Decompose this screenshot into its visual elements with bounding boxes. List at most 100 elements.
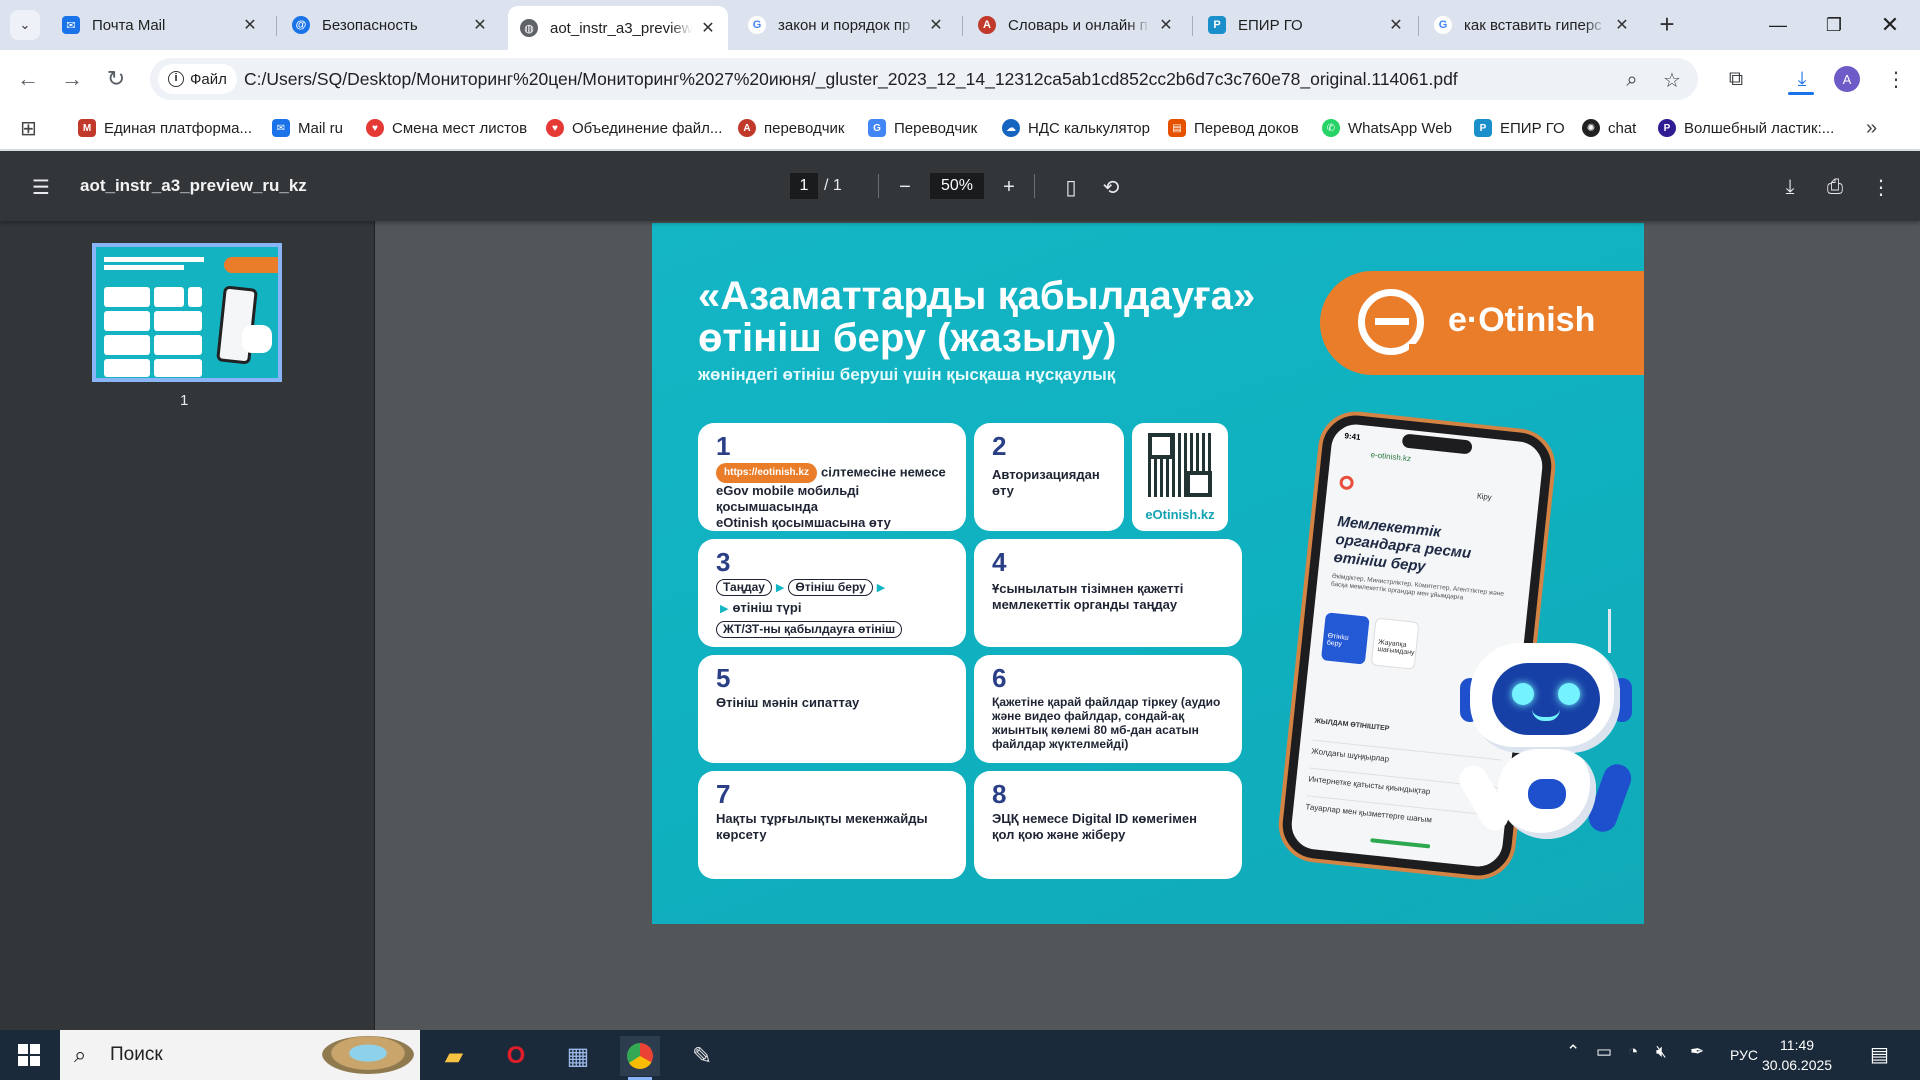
tab-security[interactable]: @ Безопасность ✕: [280, 8, 500, 42]
step-text: https://eotinish.kz сілтемесіне немесе eG…: [716, 463, 962, 531]
cloud-icon: ☁: [1002, 119, 1020, 137]
volume-muted-icon[interactable]: 🔇︎: [1656, 1042, 1667, 1062]
reload-button[interactable]: ↻: [100, 63, 132, 95]
step-number: 4: [992, 547, 1007, 577]
page-number-input[interactable]: 1: [790, 173, 818, 199]
rotate-icon[interactable]: ⟲: [1096, 172, 1126, 202]
close-icon[interactable]: ✕: [698, 18, 718, 38]
abbyy-icon: A: [978, 16, 996, 34]
close-icon[interactable]: ✕: [470, 15, 490, 35]
close-icon[interactable]: ✕: [926, 15, 946, 35]
close-icon[interactable]: ✕: [1156, 15, 1176, 35]
tab-google-law[interactable]: G закон и порядок пр ✕: [736, 8, 956, 42]
close-window-button[interactable]: ✕: [1862, 0, 1918, 50]
new-tab-button[interactable]: +: [1652, 10, 1682, 40]
page-thumbnail[interactable]: [92, 243, 282, 382]
zoom-in-icon[interactable]: +: [994, 172, 1024, 202]
title-line: «Азаматтарды қабылдауға»: [698, 274, 1256, 318]
paint-icon[interactable]: ✎: [682, 1036, 722, 1076]
step-card-5: 5 Өтініш мәнін сипаттау: [698, 655, 966, 763]
more-options-icon[interactable]: ⋮: [1866, 172, 1896, 202]
step-text: Таңдау ▶ Өтініш беру ▶ ▶ өтініш түрі ЖТ/ЗТ-н…: [716, 577, 962, 638]
bookmark-item[interactable]: ♥ Смена мест листов: [366, 113, 527, 143]
step-text: ЭЦҚ немесе Digital ID көмегімен қол қою …: [992, 811, 1197, 842]
bookmark-label: Смена мест листов: [392, 119, 528, 137]
bookmark-star-icon[interactable]: ☆: [1658, 66, 1686, 94]
close-icon[interactable]: ✕: [1386, 15, 1406, 35]
pen-icon[interactable]: ✒: [1690, 1042, 1704, 1062]
tab-mail[interactable]: ✉ Почта Mail ✕: [50, 8, 270, 42]
fit-page-icon[interactable]: ▯: [1056, 172, 1086, 202]
tab-dictionary[interactable]: A Словарь и онлайн п ✕: [966, 8, 1186, 42]
tab-search-button[interactable]: ⌄: [10, 10, 40, 40]
print-icon[interactable]: ⎙: [1820, 172, 1850, 202]
windows-start-button[interactable]: [18, 1044, 40, 1066]
bookmark-item[interactable]: Aпереводчик: [738, 113, 844, 143]
pdf-filename: aot_instr_a3_preview_ru_kz: [80, 176, 307, 195]
language-indicator[interactable]: РУС: [1730, 1047, 1758, 1063]
zoom-icon[interactable]: ⌕: [1618, 66, 1646, 94]
bookmark-item[interactable]: P ЕПИР ГО: [1474, 113, 1565, 143]
step-number: 5: [716, 663, 731, 693]
bookmark-item[interactable]: G Переводчик: [868, 113, 977, 143]
chevron-up-icon[interactable]: ⌃: [1566, 1042, 1580, 1062]
bookmark-item[interactable]: ♥ Объединение файл...: [546, 113, 722, 143]
site-info-chip[interactable]: i Файл: [158, 64, 237, 94]
bookmark-item[interactable]: ▤ Перевод доков: [1168, 113, 1299, 143]
bookmark-label: ЕПИР ГО: [1500, 119, 1565, 137]
translate-icon: G: [868, 119, 886, 137]
bookmark-item[interactable]: ✆ WhatsApp Web: [1322, 113, 1452, 143]
google-icon: G: [1434, 16, 1452, 34]
zoom-input[interactable]: 50%: [930, 173, 984, 199]
step-pill: ЖТ/ЗТ-ны қабылдауға өтініш: [716, 621, 903, 638]
notifications-icon[interactable]: ▤: [1870, 1042, 1889, 1067]
tab-pdf-active[interactable]: ◍ aot_instr_a3_preview_ru_kz ✕: [508, 6, 728, 50]
extensions-icon[interactable]: ⧉: [1720, 63, 1752, 95]
chrome-icon[interactable]: [620, 1036, 660, 1080]
bookmark-item[interactable]: ✉ Mail ru: [272, 113, 343, 143]
tab-title: Почта Mail: [92, 16, 166, 34]
calculator-icon[interactable]: ▦: [558, 1036, 598, 1076]
eraser-icon: P: [1658, 119, 1676, 137]
more-bookmarks-icon[interactable]: »: [1866, 113, 1877, 143]
bookmark-item[interactable]: P Волшебный ластик:...: [1658, 113, 1834, 143]
minimize-icon: —: [1769, 14, 1787, 35]
step-pill: Таңдау: [716, 579, 772, 596]
close-icon[interactable]: ✕: [1612, 15, 1632, 35]
menu-kebab-icon[interactable]: ⋮: [1880, 63, 1912, 95]
restore-icon: ❐: [1825, 14, 1843, 35]
avatar[interactable]: A: [1834, 66, 1860, 92]
clock-time: 11:49: [1780, 1037, 1815, 1053]
download-icon[interactable]: ⤓: [1775, 172, 1805, 202]
at-icon: @: [292, 16, 310, 34]
restore-button[interactable]: ❐: [1806, 0, 1862, 50]
close-icon[interactable]: ✕: [240, 15, 260, 35]
url-text[interactable]: C:/Users/SQ/Desktop/Мониторинг%20цен/Мон…: [244, 69, 1458, 90]
system-clock[interactable]: 11:49 30.06.2025: [1762, 1035, 1832, 1075]
taskbar-search[interactable]: ⌕ Поиск: [60, 1030, 420, 1080]
opera-icon[interactable]: O: [496, 1036, 536, 1076]
bookmark-label: НДС калькулятор: [1028, 119, 1150, 137]
sidebar-menu-icon[interactable]: ☰: [26, 172, 56, 202]
bookmark-item[interactable]: ☁ НДС калькулятор: [1002, 113, 1150, 143]
tab-google-hyperlink[interactable]: G как вставить гиперс ✕: [1422, 8, 1642, 42]
file-explorer-icon[interactable]: ▰: [434, 1036, 474, 1076]
phone-time: 9:41: [1344, 431, 1361, 442]
mail-icon: ✉: [62, 16, 80, 34]
step-pill: Өтініш беру: [788, 579, 873, 596]
bookmark-item[interactable]: ✺ chat: [1582, 113, 1636, 143]
step-text: Авторизациядан өту: [992, 467, 1100, 498]
close-icon: ✕: [1880, 12, 1900, 37]
step-number: 6: [992, 663, 1007, 693]
bookmark-item[interactable]: M Единая платформа...: [78, 113, 252, 143]
battery-icon[interactable]: ▭: [1596, 1042, 1612, 1062]
tab-epir[interactable]: P ЕПИР ГО ✕: [1196, 8, 1416, 42]
back-button[interactable]: ←: [12, 63, 44, 95]
download-icon[interactable]: ⤓: [1786, 63, 1818, 95]
network-icon[interactable]: ◔: [1628, 1042, 1638, 1062]
forward-button[interactable]: →: [56, 63, 88, 95]
zoom-out-icon[interactable]: −: [890, 172, 920, 202]
bookmark-label: Переводчик: [894, 119, 978, 137]
minimize-button[interactable]: —: [1750, 0, 1806, 50]
apps-grid-icon[interactable]: ⊞: [20, 113, 37, 143]
